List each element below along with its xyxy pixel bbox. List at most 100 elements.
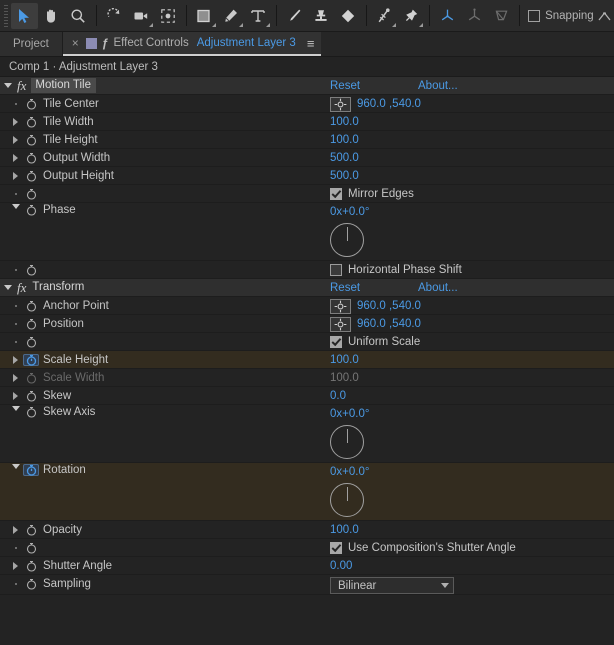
twirl-closed-icon[interactable] [8,373,23,382]
tab-effect-controls[interactable]: × ƒ Effect Controls Adjustment Layer 3 ≡ [62,32,322,56]
snapping-toggle[interactable]: Snapping [525,9,597,22]
angle-dial[interactable] [330,425,364,459]
property-value[interactable]: 0.0 [330,388,614,404]
twirl-open-icon[interactable] [8,204,23,209]
checkbox-icon[interactable] [330,264,342,276]
eraser-tool-icon[interactable] [335,3,362,29]
panel-menu-icon[interactable]: ≡ [307,36,315,51]
twirl-closed-icon[interactable] [8,391,23,400]
property-value[interactable]: 0x+0.0° [330,204,614,220]
property-value[interactable]: 100.0 [330,132,614,148]
stopwatch-icon[interactable] [23,390,39,402]
clone-stamp-tool-icon[interactable] [308,3,335,29]
property-value[interactable]: 960.0 ,540.0 [357,298,421,314]
stopwatch-icon[interactable] [23,264,39,276]
effect-header-transform[interactable]: fx Transform Reset About... [0,279,614,297]
property-value[interactable]: 500.0 [330,150,614,166]
property-value[interactable]: 960.0 ,540.0 [357,316,421,332]
about-button[interactable]: About... [418,282,458,294]
twirl-open-icon[interactable] [8,406,23,411]
stopwatch-icon[interactable] [23,336,39,348]
checkbox-control[interactable]: Use Composition's Shutter Angle [330,540,614,556]
reset-button[interactable]: Reset [330,80,418,92]
row-bullet-icon [8,304,23,307]
stopwatch-icon[interactable] [23,170,39,182]
world-axis-mode-icon[interactable] [461,3,488,29]
stopwatch-icon[interactable] [23,524,39,536]
twirl-open-icon[interactable] [0,83,15,88]
angle-dial[interactable] [330,483,364,517]
twirl-closed-icon[interactable] [8,117,23,126]
property-row: Uniform Scale [0,333,614,351]
twirl-closed-icon[interactable] [8,561,23,570]
point-control: 960.0 ,540.0 [330,316,614,332]
twirl-open-icon[interactable] [8,464,23,469]
stopwatch-icon[interactable] [23,542,39,554]
selection-tool-icon[interactable] [10,2,38,29]
twirl-open-icon[interactable] [0,285,15,290]
puppet-pin-tool-icon[interactable] [398,3,425,29]
checkbox-control[interactable]: Uniform Scale [330,334,614,350]
stopwatch-icon[interactable] [23,300,39,312]
property-value[interactable]: 100.0 [330,522,614,538]
property-value[interactable]: 960.0 ,540.0 [357,96,421,112]
angle-dial[interactable] [330,223,364,257]
hand-tool-icon[interactable] [38,3,65,29]
checkbox-icon[interactable] [330,188,342,200]
lock-icon[interactable]: ƒ [102,36,109,50]
stopwatch-icon[interactable] [23,464,39,476]
toolbar-grip[interactable] [4,4,8,27]
stopwatch-icon[interactable] [23,152,39,164]
stopwatch-icon[interactable] [23,204,39,216]
stopwatch-icon[interactable] [23,116,39,128]
sampling-dropdown[interactable]: Bilinear [330,577,454,594]
property-label: Skew Axis [43,406,96,418]
shape-tool-icon[interactable] [191,3,218,29]
roto-brush-tool-icon[interactable] [371,3,398,29]
property-label: Scale Height [43,353,109,366]
checkbox-icon[interactable] [330,336,342,348]
snapping-options-icon[interactable] [597,3,612,29]
view-axis-mode-icon[interactable] [488,3,515,29]
checkbox-control[interactable]: Horizontal Phase Shift [330,262,614,278]
property-value[interactable]: 100.0 [330,114,614,130]
stopwatch-icon[interactable] [23,318,39,330]
stopwatch-icon[interactable] [23,188,39,200]
effect-header-motion-tile[interactable]: fx Motion Tile Reset About... [0,77,614,95]
local-axis-mode-icon[interactable] [434,3,461,29]
about-button[interactable]: About... [418,80,458,92]
twirl-closed-icon[interactable] [8,153,23,162]
twirl-closed-icon[interactable] [8,135,23,144]
pen-tool-icon[interactable] [218,3,245,29]
type-tool-icon[interactable] [245,3,272,29]
stopwatch-icon[interactable] [23,353,39,366]
stopwatch-icon[interactable] [23,406,39,418]
snapping-checkbox[interactable] [528,9,541,22]
checkbox-icon[interactable] [330,542,342,554]
camera-tool-icon[interactable] [128,3,155,29]
reset-button[interactable]: Reset [330,282,418,294]
close-icon[interactable]: × [72,36,79,50]
property-label: Anchor Point [43,299,109,312]
brush-tool-icon[interactable] [281,3,308,29]
stopwatch-icon[interactable] [23,578,39,590]
property-value[interactable]: 0.00 [330,558,614,574]
rotation-tool-icon[interactable] [101,3,128,29]
stopwatch-icon[interactable] [23,560,39,572]
twirl-closed-icon[interactable] [8,525,23,534]
property-value[interactable]: 100.0 [330,352,614,368]
point-picker-icon[interactable] [330,316,351,332]
checkbox-control[interactable]: Mirror Edges [330,186,614,202]
twirl-closed-icon[interactable] [8,355,23,364]
property-value[interactable]: 0x+0.0° [330,406,614,422]
stopwatch-icon[interactable] [23,134,39,146]
zoom-tool-icon[interactable] [65,3,92,29]
property-value[interactable]: 0x+0.0° [330,464,614,480]
point-picker-icon[interactable] [330,298,351,314]
twirl-closed-icon[interactable] [8,171,23,180]
stopwatch-icon[interactable] [23,98,39,110]
property-value[interactable]: 500.0 [330,168,614,184]
tab-project[interactable]: Project [0,32,63,56]
pan-behind-tool-icon[interactable] [155,3,182,29]
point-picker-icon[interactable] [330,96,351,112]
